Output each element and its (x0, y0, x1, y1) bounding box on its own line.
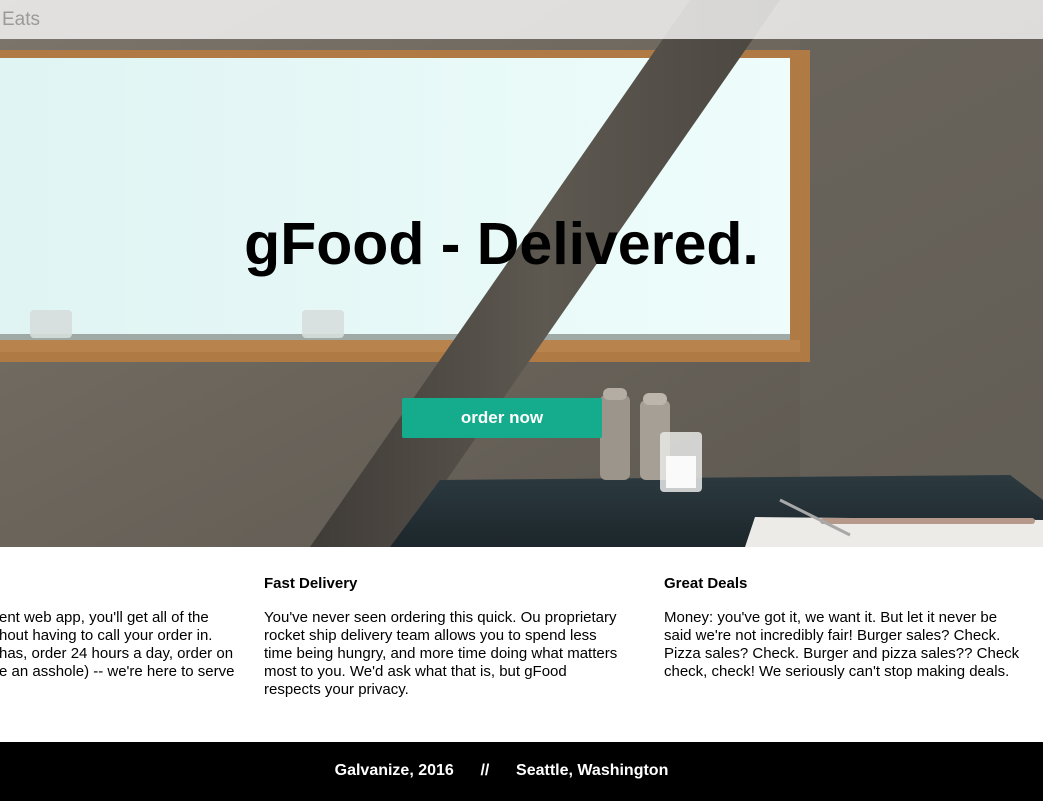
top-navbar: Eats (0, 0, 1043, 39)
hero-title: gFood - Delivered. (244, 211, 759, 277)
feature-description: You've never seen ordering this quick. O… (264, 609, 618, 698)
hero-section: Eats gFood - Delivered. order now (0, 0, 1043, 547)
brand-logo-link[interactable]: Eats (2, 9, 40, 31)
feature-column-fast-delivery: Fast Delivery You've never seen ordering… (264, 575, 649, 699)
order-now-button[interactable]: order now (402, 398, 602, 438)
landing-page: Eats gFood - Delivered. order now ent we… (0, 0, 1043, 801)
feature-column-great-deals: Great Deals Money: you've got it, we wan… (664, 575, 1043, 681)
feature-title: Fast Delivery (264, 575, 358, 592)
feature-description: ent web app, you'll get all of the hout … (0, 609, 235, 680)
footer-separator: // (480, 762, 490, 779)
features-section: ent web app, you'll get all of the hout … (0, 547, 1043, 742)
footer-company: Galvanize, 2016 (334, 762, 454, 779)
feature-title (0, 575, 250, 593)
feature-title: Great Deals (664, 575, 748, 592)
feature-column-1: ent web app, you'll get all of the hout … (0, 575, 250, 681)
footer-location: Seattle, Washington (516, 762, 669, 779)
footer-text: Galvanize, 2016 // Seattle, Washington (0, 762, 1003, 780)
feature-description: Money: you've got it, we want it. But le… (664, 609, 1020, 680)
page-footer: Galvanize, 2016 // Seattle, Washington (0, 742, 1043, 801)
